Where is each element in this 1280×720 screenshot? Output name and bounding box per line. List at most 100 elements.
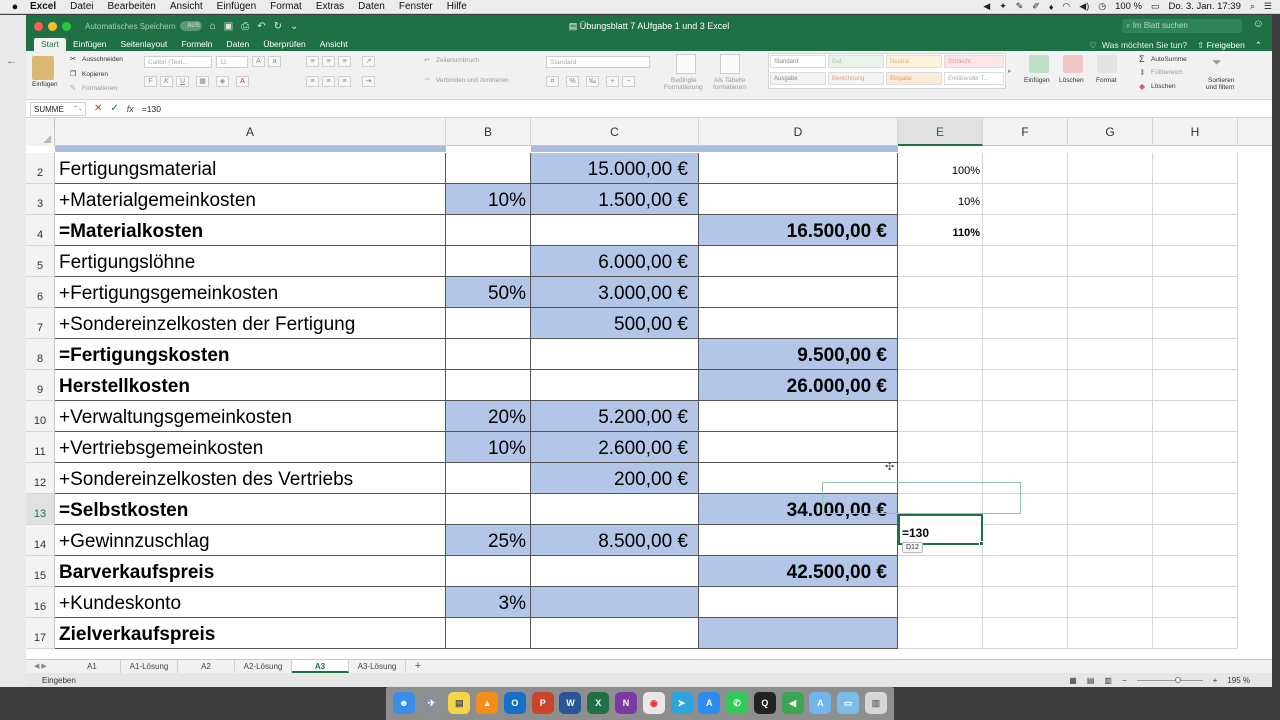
cell-b11[interactable]: 10%: [446, 432, 531, 463]
delete-cells-icon[interactable]: [1063, 55, 1083, 73]
row-header[interactable]: 14: [26, 525, 55, 556]
sheet-nav-arrows-icon[interactable]: ◀ ▶: [26, 660, 64, 673]
cell-c7[interactable]: 500,00 €: [531, 308, 699, 339]
feedback-smiley-icon[interactable]: ☺: [1253, 18, 1264, 30]
close-window-button[interactable]: [34, 21, 43, 31]
cell-b14[interactable]: 25%: [446, 525, 531, 556]
cell-e9[interactable]: [898, 370, 983, 401]
cell-a9[interactable]: Herstellkosten: [55, 370, 446, 401]
excel-icon[interactable]: X: [587, 692, 610, 714]
orientation-icon[interactable]: ↗: [362, 56, 375, 67]
menu-fenster[interactable]: Fenster: [399, 1, 433, 12]
collapse-ribbon-icon[interactable]: ⌃: [1255, 40, 1272, 51]
cell-f4[interactable]: [983, 215, 1068, 246]
style-standard[interactable]: Standard: [770, 55, 826, 68]
align-center-icon[interactable]: ≡: [322, 76, 335, 87]
cell-b5[interactable]: [446, 246, 531, 277]
tab-ansicht[interactable]: Ansicht: [313, 38, 355, 51]
notification-center-icon[interactable]: ☰: [1264, 1, 1272, 12]
telegram-icon[interactable]: ➤: [670, 692, 693, 714]
thousands-icon[interactable]: ‰: [586, 76, 599, 87]
cell-a10[interactable]: +Verwaltungsgemeinkosten: [55, 401, 446, 432]
cell-g12[interactable]: [1068, 463, 1153, 494]
underline-icon[interactable]: U: [176, 76, 189, 87]
cell-f16[interactable]: [983, 587, 1068, 618]
cell-a6[interactable]: +Fertigungsgemeinkosten: [55, 277, 446, 308]
cell-e7[interactable]: [898, 308, 983, 339]
select-all-corner[interactable]: [26, 118, 55, 146]
format-as-table-icon[interactable]: [720, 54, 740, 74]
cell-h17[interactable]: [1153, 618, 1238, 649]
active-cell-editor[interactable]: =130: [898, 514, 984, 546]
cell-e15[interactable]: [898, 556, 983, 587]
style-eingabe[interactable]: Eingabe: [886, 72, 942, 85]
cell-c2[interactable]: 15.000,00 €: [531, 153, 699, 184]
style-berechnung[interactable]: Berechnung: [828, 72, 884, 85]
cell-e11[interactable]: [898, 432, 983, 463]
cell-a12[interactable]: +Sondereinzelkosten des Vertriebs: [55, 463, 446, 494]
insert-cells-label[interactable]: Einfügen: [1024, 77, 1050, 84]
sheet-tab-a2-loesung[interactable]: A2-Lösung: [235, 660, 292, 673]
column-header-e[interactable]: E: [898, 118, 983, 146]
format-painter-button[interactable]: Formatieren: [82, 85, 117, 92]
indent-icon[interactable]: ⇥: [362, 76, 375, 87]
cell-c6[interactable]: 3.000,00 €: [531, 277, 699, 308]
screen-sharing-icon[interactable]: ◀: [781, 692, 804, 714]
percent-icon[interactable]: %: [566, 76, 579, 87]
cell-c3[interactable]: 1.500,00 €: [531, 184, 699, 215]
zoom-out-icon[interactable]: −: [1122, 676, 1127, 685]
sheet-tab-a1[interactable]: A1: [64, 660, 121, 673]
cell-e5[interactable]: [898, 246, 983, 277]
onenote-icon[interactable]: N: [615, 692, 637, 714]
tab-seitenlayout[interactable]: Seitenlayout: [114, 38, 175, 51]
insert-cells-icon[interactable]: [1029, 55, 1049, 73]
cut-button[interactable]: Ausschneiden: [82, 56, 123, 63]
grow-font-icon[interactable]: A: [252, 56, 265, 67]
menu-ansicht[interactable]: Ansicht: [170, 1, 203, 12]
cell-g17[interactable]: [1068, 618, 1153, 649]
bold-icon[interactable]: F: [144, 76, 157, 87]
cell-e8[interactable]: [898, 339, 983, 370]
fill-button[interactable]: Füllbereich: [1151, 69, 1183, 76]
autosum-button[interactable]: AutoSumme: [1151, 56, 1187, 63]
cell-g8[interactable]: [1068, 339, 1153, 370]
row-header[interactable]: 15: [26, 556, 55, 587]
apple-menu-icon[interactable]: ●: [0, 1, 30, 13]
cell-h8[interactable]: [1153, 339, 1238, 370]
cell-h3[interactable]: [1153, 184, 1238, 215]
cell-h13[interactable]: [1153, 494, 1238, 525]
cell-b10[interactable]: 20%: [446, 401, 531, 432]
cell-g11[interactable]: [1068, 432, 1153, 463]
row-header[interactable]: 3: [26, 184, 55, 215]
cell-d5[interactable]: [699, 246, 898, 277]
cell-h9[interactable]: [1153, 370, 1238, 401]
cell-d6[interactable]: [699, 277, 898, 308]
row-header[interactable]: 9: [26, 370, 55, 401]
style-neutral[interactable]: Neutral: [886, 55, 942, 68]
cell-c13[interactable]: [531, 494, 699, 525]
cell-h5[interactable]: [1153, 246, 1238, 277]
menu-bearbeiten[interactable]: Bearbeiten: [108, 1, 156, 12]
cell-b17[interactable]: [446, 618, 531, 649]
style-erklaerender-text[interactable]: Erklärender T...: [944, 72, 1004, 85]
wrap-text-icon[interactable]: ↩: [424, 56, 430, 64]
spreadsheet-grid[interactable]: ABCDEFGH 2 Fertigungsmaterial 15.000,00 € 1…: [26, 118, 1272, 659]
cell-g15[interactable]: [1068, 556, 1153, 587]
column-header-a[interactable]: A: [55, 118, 446, 146]
cell-c9[interactable]: [531, 370, 699, 401]
share-button[interactable]: ⇧ Freigeben: [1197, 40, 1255, 51]
tab-start[interactable]: Start: [34, 38, 66, 51]
chevron-down-icon[interactable]: ⌃⌄: [73, 103, 83, 116]
confirm-formula-icon[interactable]: ✓: [110, 103, 118, 114]
time-machine-icon[interactable]: ◷: [1098, 1, 1106, 12]
shrink-font-icon[interactable]: a: [268, 56, 281, 67]
launchpad-icon[interactable]: ✈: [420, 692, 443, 714]
add-sheet-button[interactable]: +: [406, 660, 430, 673]
column-header-d[interactable]: D: [699, 118, 898, 146]
cell-f2[interactable]: [983, 153, 1068, 184]
paste-icon[interactable]: [32, 56, 54, 80]
cell-h15[interactable]: [1153, 556, 1238, 587]
style-ausgabe[interactable]: Ausgabe: [770, 72, 826, 85]
cell-f15[interactable]: [983, 556, 1068, 587]
volume-icon[interactable]: ◀): [1079, 1, 1089, 12]
